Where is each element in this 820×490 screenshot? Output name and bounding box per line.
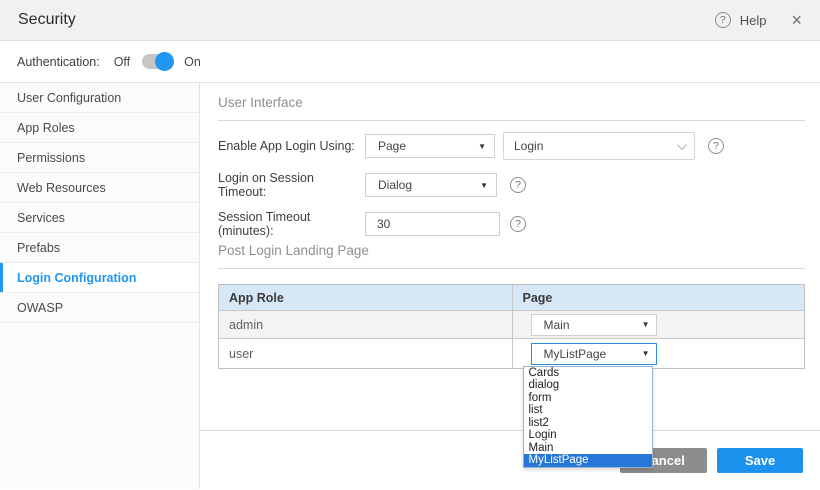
enable-app-login-help-icon[interactable]: ? [708, 138, 724, 154]
table-row: user MyListPage ▼ Cards dialog form [219, 339, 804, 369]
table-header-row: App Role Page [219, 285, 804, 311]
login-page-combobox[interactable]: Login [503, 132, 695, 160]
toggle-knob [155, 52, 174, 71]
titlebar: Security ? Help × [0, 0, 820, 41]
enable-app-login-label: Enable App Login Using: [218, 139, 365, 153]
page-dropdown-list: Cards dialog form list list2 Login Main … [523, 366, 653, 468]
dropdown-option-main[interactable]: Main [524, 442, 652, 455]
settings-sidebar: User Configuration App Roles Permissions… [0, 83, 200, 489]
session-timeout-login-label: Login on Session Timeout: [218, 171, 365, 199]
sidebar-item-owasp[interactable]: OWASP [0, 293, 199, 323]
dropdown-option-list[interactable]: list [524, 404, 652, 417]
security-dialog: Security ? Help × Authentication: Off On… [0, 0, 820, 490]
dropdown-option-cards[interactable]: Cards [524, 367, 652, 380]
dropdown-option-form[interactable]: form [524, 392, 652, 405]
session-timeout-help-icon[interactable]: ? [510, 216, 526, 232]
authentication-label: Authentication: [17, 55, 100, 69]
session-timeout-minutes-label: Session Timeout (minutes): [218, 210, 365, 238]
admin-page-select[interactable]: Main ▼ [531, 314, 657, 336]
user-page-select[interactable]: MyListPage ▼ [531, 343, 657, 365]
sidebar-item-services[interactable]: Services [0, 203, 199, 233]
sidebar-item-permissions[interactable]: Permissions [0, 143, 199, 173]
session-timeout-login-help-icon[interactable]: ? [510, 177, 526, 193]
chevron-down-icon [677, 140, 687, 150]
save-button[interactable]: Save [717, 448, 803, 473]
select-arrow-icon: ▼ [478, 142, 486, 151]
sidebar-item-app-roles[interactable]: App Roles [0, 113, 199, 143]
page-title: Security [18, 11, 76, 29]
section-divider [218, 268, 805, 269]
dropdown-option-dialog[interactable]: dialog [524, 379, 652, 392]
select-arrow-icon: ▼ [642, 320, 650, 329]
session-timeout-login-select[interactable]: Dialog ▼ [365, 173, 497, 197]
select-arrow-icon: ▼ [480, 181, 488, 190]
help-icon[interactable]: ? [715, 12, 731, 28]
post-login-table: App Role Page admin Main ▼ user [218, 284, 805, 369]
session-timeout-input[interactable] [365, 212, 500, 236]
close-icon[interactable]: × [791, 11, 802, 29]
sidebar-item-user-configuration[interactable]: User Configuration [0, 83, 199, 113]
footer-divider [200, 430, 820, 431]
dropdown-option-mylistpage[interactable]: MyListPage [524, 454, 652, 467]
dropdown-option-list2[interactable]: list2 [524, 417, 652, 430]
dropdown-option-login[interactable]: Login [524, 429, 652, 442]
section-divider [218, 120, 805, 121]
authentication-toggle[interactable] [142, 54, 172, 69]
sidebar-item-login-configuration[interactable]: Login Configuration [0, 263, 199, 293]
sidebar-item-web-resources[interactable]: Web Resources [0, 173, 199, 203]
sidebar-item-prefabs[interactable]: Prefabs [0, 233, 199, 263]
login-configuration-panel: User Interface Enable App Login Using: P… [200, 83, 820, 489]
post-login-section-title: Post Login Landing Page [218, 243, 369, 258]
app-role-cell: admin [219, 311, 512, 338]
help-link[interactable]: Help [740, 13, 767, 28]
column-header-app-role: App Role [219, 285, 512, 310]
select-arrow-icon: ▼ [642, 349, 650, 358]
user-interface-section-title: User Interface [218, 95, 303, 110]
table-row: admin Main ▼ [219, 311, 804, 339]
toggle-on-label: On [184, 55, 201, 69]
authentication-bar: Authentication: Off On [0, 41, 820, 83]
app-role-cell: user [219, 339, 512, 368]
toggle-off-label: Off [114, 55, 130, 69]
login-type-select[interactable]: Page ▼ [365, 134, 495, 158]
column-header-page: Page [512, 285, 805, 310]
